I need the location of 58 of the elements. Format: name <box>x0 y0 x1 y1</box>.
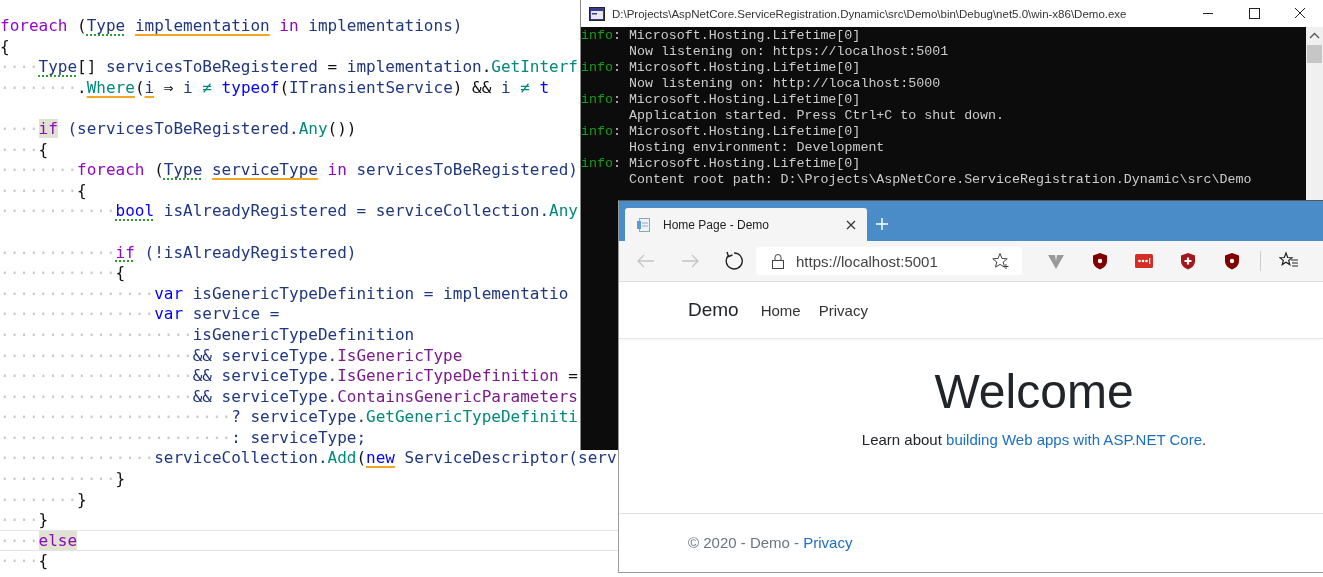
code-line: ············bool isAlreadyRegistered = serviceCollection.Any <box>0 201 578 222</box>
code-line: ························: serviceType; <box>0 427 367 449</box>
page-heading: Welcome <box>934 364 1134 420</box>
intro-link[interactable]: building Web apps with ASP.NET Core <box>946 431 1203 448</box>
page-icon <box>636 216 652 233</box>
code-line: ····{ <box>0 139 49 161</box>
log-header: info: Microsoft.Hosting.Lifetime[0] <box>581 92 861 108</box>
star-icon[interactable] <box>992 252 1010 270</box>
intro-text: Learn about building Web apps with ASP.NET Core. <box>860 431 1208 448</box>
code-line: ····else <box>0 530 78 552</box>
window-title: D:\Projects\AspNetCore.ServiceRegistration.Dynamic\src\Demo\bin\Debug\net5.0\win-x86\Demo.exe <box>612 7 1128 20</box>
log-message: Content root path: D:\Projects\AspNetCore.ServiceRegistration.Dynamic\src\Demo <box>629 172 1252 188</box>
browser-tab[interactable]: Home Page - Demo <box>625 208 867 241</box>
log-message: Now listening on: http://localhost:5000 <box>629 76 941 92</box>
shield-icon[interactable] <box>1222 251 1242 271</box>
close-icon[interactable] <box>845 218 857 231</box>
code-line: { <box>0 36 10 58</box>
code-line: ····} <box>0 510 49 531</box>
code-line: ························? serviceType.GetGenericTypeDefiniti <box>0 407 578 428</box>
lock-icon <box>771 252 785 270</box>
code-line: ············{ <box>0 263 126 284</box>
log-message: Now listening on: https://localhost:5001 <box>629 44 949 60</box>
code-line: ········} <box>0 489 87 511</box>
log-message: Hosting environment: Development <box>629 140 885 156</box>
code-line: ················var service = <box>0 304 280 325</box>
log-header: info: Microsoft.Hosting.Lifetime[0] <box>581 124 861 140</box>
footer-text: © 2020 - Demo - Privacy <box>688 534 854 551</box>
code-line: ····if (servicesToBeRegistered.Any()) <box>0 118 357 140</box>
shield-icon[interactable] <box>1090 251 1110 271</box>
plus-icon[interactable] <box>875 217 889 231</box>
scroll-thumb[interactable] <box>1307 45 1322 63</box>
code-line: ····{ <box>0 551 49 573</box>
code-line: ········.Where(i ⇒ i ≠ typeof(ITransientService) && i ≠ t <box>0 77 550 99</box>
code-line: ············} <box>0 469 126 490</box>
log-header: info: Microsoft.Hosting.Lifetime[0] <box>581 60 861 76</box>
code-line: ················serviceCollection.Add(new ServiceDescriptor(serv <box>0 448 617 470</box>
code-line: foreach (Type implementation in implementations) <box>0 16 463 37</box>
code-line: ········{ <box>0 180 87 202</box>
log-header: info: Microsoft.Hosting.Lifetime[0] <box>581 156 861 172</box>
log-header: info: Microsoft.Hosting.Lifetime[0] <box>581 28 861 44</box>
footer-link[interactable]: Privacy <box>803 534 853 551</box>
console-icon <box>589 6 605 21</box>
tab-title: Home Page - Demo <box>663 217 771 232</box>
site-brand[interactable]: Demo <box>688 299 739 321</box>
code-line: ················var isGenericTypeDefinition = implementatio <box>0 283 569 305</box>
address-field[interactable]: https://localhost:5001 <box>756 247 1022 275</box>
code-line: ············if (!isAlreadyRegistered) <box>0 242 357 264</box>
code-line: ····················&& serviceType.IsGenericTypeDefinition = <box>0 366 578 387</box>
nav-link[interactable]: Home <box>760 301 801 319</box>
log-message: Application started. Press Ctrl+C to shut down. <box>629 108 1005 124</box>
shield-plus-icon[interactable] <box>1178 251 1198 271</box>
code-line: ····················isGenericTypeDefinition <box>0 324 415 346</box>
code-line: ····················&& serviceType.ContainsGenericParameters <box>0 386 578 408</box>
code-line: ····················&& serviceType.IsGenericType <box>0 345 463 367</box>
code-line: ····Type[] servicesToBeRegistered = implementation.GetInterf <box>0 57 578 78</box>
nav-link[interactable]: Privacy <box>818 301 868 319</box>
dots-icon[interactable] <box>1134 251 1154 271</box>
code-line: ········foreach (Type serviceType in servicesToBeRegistered) <box>0 160 578 181</box>
